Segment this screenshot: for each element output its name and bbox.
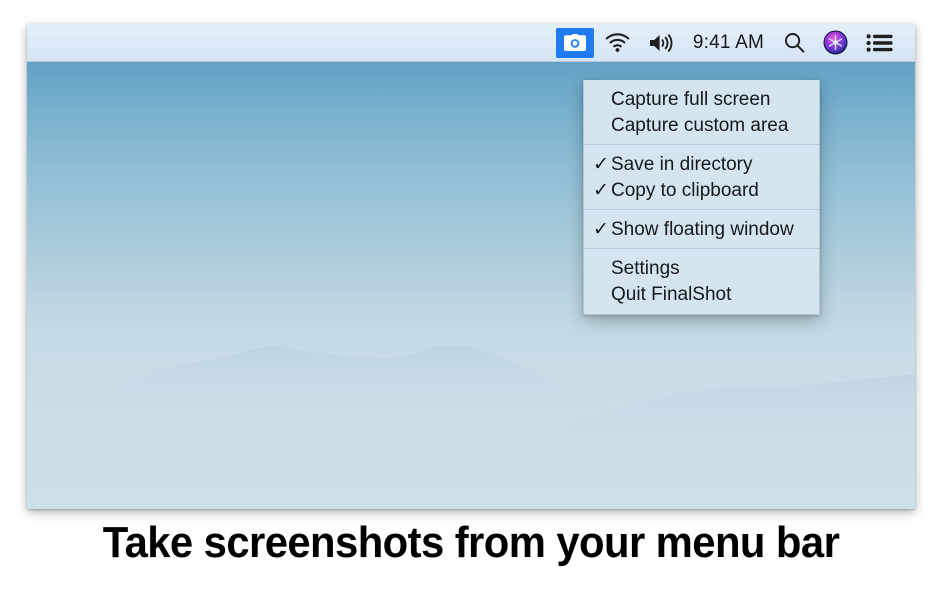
- menu-separator: [584, 144, 819, 145]
- menu-separator: [584, 248, 819, 249]
- menu-group-output: ✓ Save in directory ✓ Copy to clipboard: [584, 151, 819, 203]
- caption-text: Take screenshots from your menu bar: [102, 518, 840, 567]
- menu-group-window: ✓ Show floating window: [584, 216, 819, 242]
- menu-item-label: Capture full screen: [611, 88, 771, 110]
- wifi-icon[interactable]: [596, 24, 639, 62]
- menu-item-save-in-directory[interactable]: ✓ Save in directory: [584, 151, 819, 177]
- menu-item-label: Quit FinalShot: [611, 283, 732, 305]
- volume-icon[interactable]: [639, 24, 684, 62]
- checkmark-icon: ✓: [593, 153, 609, 175]
- siri-icon[interactable]: [814, 24, 857, 62]
- menu-item-label: Settings: [611, 257, 680, 279]
- menu-item-label: Save in directory: [611, 153, 753, 175]
- menu-bar-clock[interactable]: 9:41 AM: [684, 24, 775, 62]
- search-icon[interactable]: [775, 24, 814, 62]
- menu-group-capture: Capture full screen Capture custom area: [584, 86, 819, 138]
- menu-separator: [584, 209, 819, 210]
- menu-group-app: Settings Quit FinalShot: [584, 255, 819, 307]
- menu-bar: 9:41 AM: [27, 24, 915, 62]
- menu-item-copy-to-clipboard[interactable]: ✓ Copy to clipboard: [584, 177, 819, 203]
- menu-item-capture-full-screen[interactable]: Capture full screen: [584, 86, 819, 112]
- menu-item-label: Copy to clipboard: [611, 179, 759, 201]
- capture-menu-dropdown[interactable]: Capture full screen Capture custom area …: [583, 80, 820, 315]
- checkmark-icon: ✓: [593, 218, 609, 240]
- menu-item-settings[interactable]: Settings: [584, 255, 819, 281]
- desktop-window: 9:41 AM Capture full screen Capture cust…: [27, 24, 915, 509]
- menu-item-show-floating-window[interactable]: ✓ Show floating window: [584, 216, 819, 242]
- menu-item-quit-finalshot[interactable]: Quit FinalShot: [584, 281, 819, 307]
- menu-item-capture-custom-area[interactable]: Capture custom area: [584, 112, 819, 138]
- camera-icon[interactable]: [555, 27, 594, 58]
- control-center-icon[interactable]: [857, 24, 903, 62]
- menu-item-label: Capture custom area: [611, 114, 789, 136]
- checkmark-icon: ✓: [593, 179, 609, 201]
- menu-item-label: Show floating window: [611, 218, 794, 240]
- wallpaper-fog-overlay: [27, 285, 915, 509]
